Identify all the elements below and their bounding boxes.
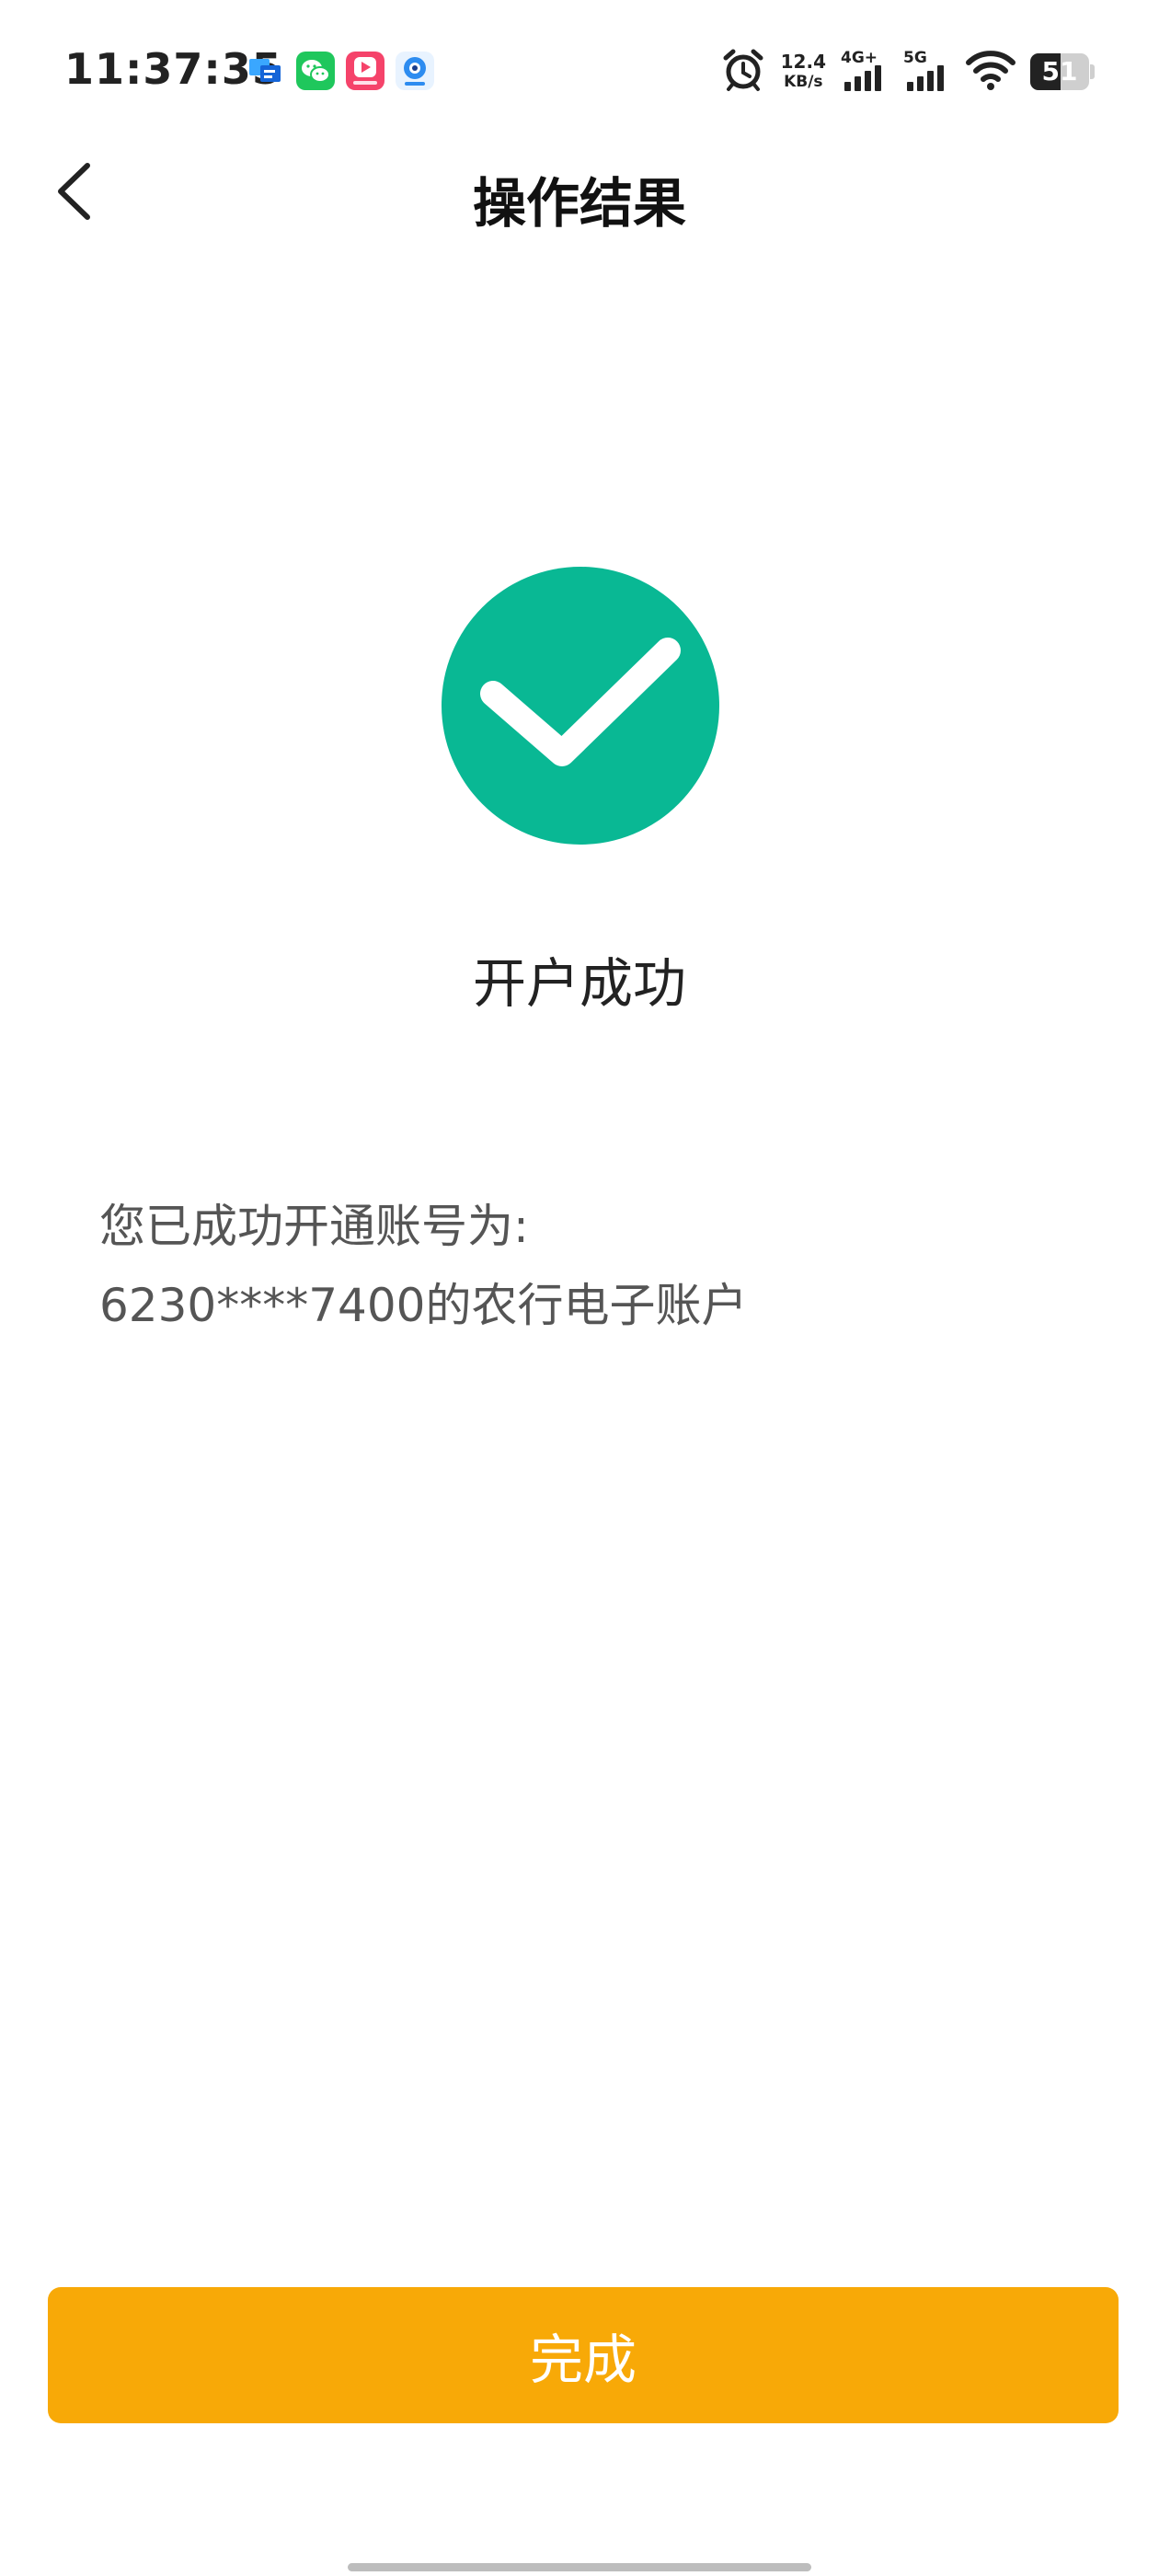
signal-5g-icon: 5G	[903, 49, 951, 95]
signal-4g-icon: 4G+	[841, 49, 889, 95]
done-button[interactable]: 完成	[48, 2287, 1119, 2423]
signal-4g-label: 4G+	[841, 49, 878, 67]
result-message-line-1: 您已成功开通账号为:	[99, 1200, 529, 1253]
result-title: 开户成功	[472, 952, 686, 1015]
network-speed-value: 12.4	[780, 51, 826, 73]
network-speed-unit: KB/s	[784, 73, 823, 91]
signal-5g-label: 5G	[903, 49, 927, 67]
camera-app-icon	[396, 52, 434, 90]
wifi-icon	[966, 50, 1016, 94]
page-title: 操作结果	[472, 172, 686, 235]
status-bar: 11:37:35 12.4 KB/s 4G+ 5G 51	[0, 0, 1159, 138]
status-indicators: 12.4 KB/s 4G+ 5G 51	[720, 46, 1095, 98]
result-message: 您已成功开通账号为: 6230****7400的农行电子账户	[99, 1187, 1074, 1345]
battery-icon: 51	[1030, 53, 1095, 90]
network-speed: 12.4 KB/s	[781, 52, 826, 92]
battery-level: 51	[1041, 56, 1078, 86]
check-circle-icon	[442, 567, 719, 845]
home-indicator[interactable]	[348, 2563, 811, 2571]
result-message-line-2: 6230****7400的农行电子账户	[99, 1279, 748, 1332]
alarm-clock-icon	[720, 47, 766, 97]
video-app-icon	[346, 52, 384, 90]
message-app-icon	[247, 52, 285, 90]
nav-bar: 操作结果	[0, 138, 1159, 248]
wechat-icon	[296, 52, 335, 90]
notification-icons	[247, 52, 434, 92]
